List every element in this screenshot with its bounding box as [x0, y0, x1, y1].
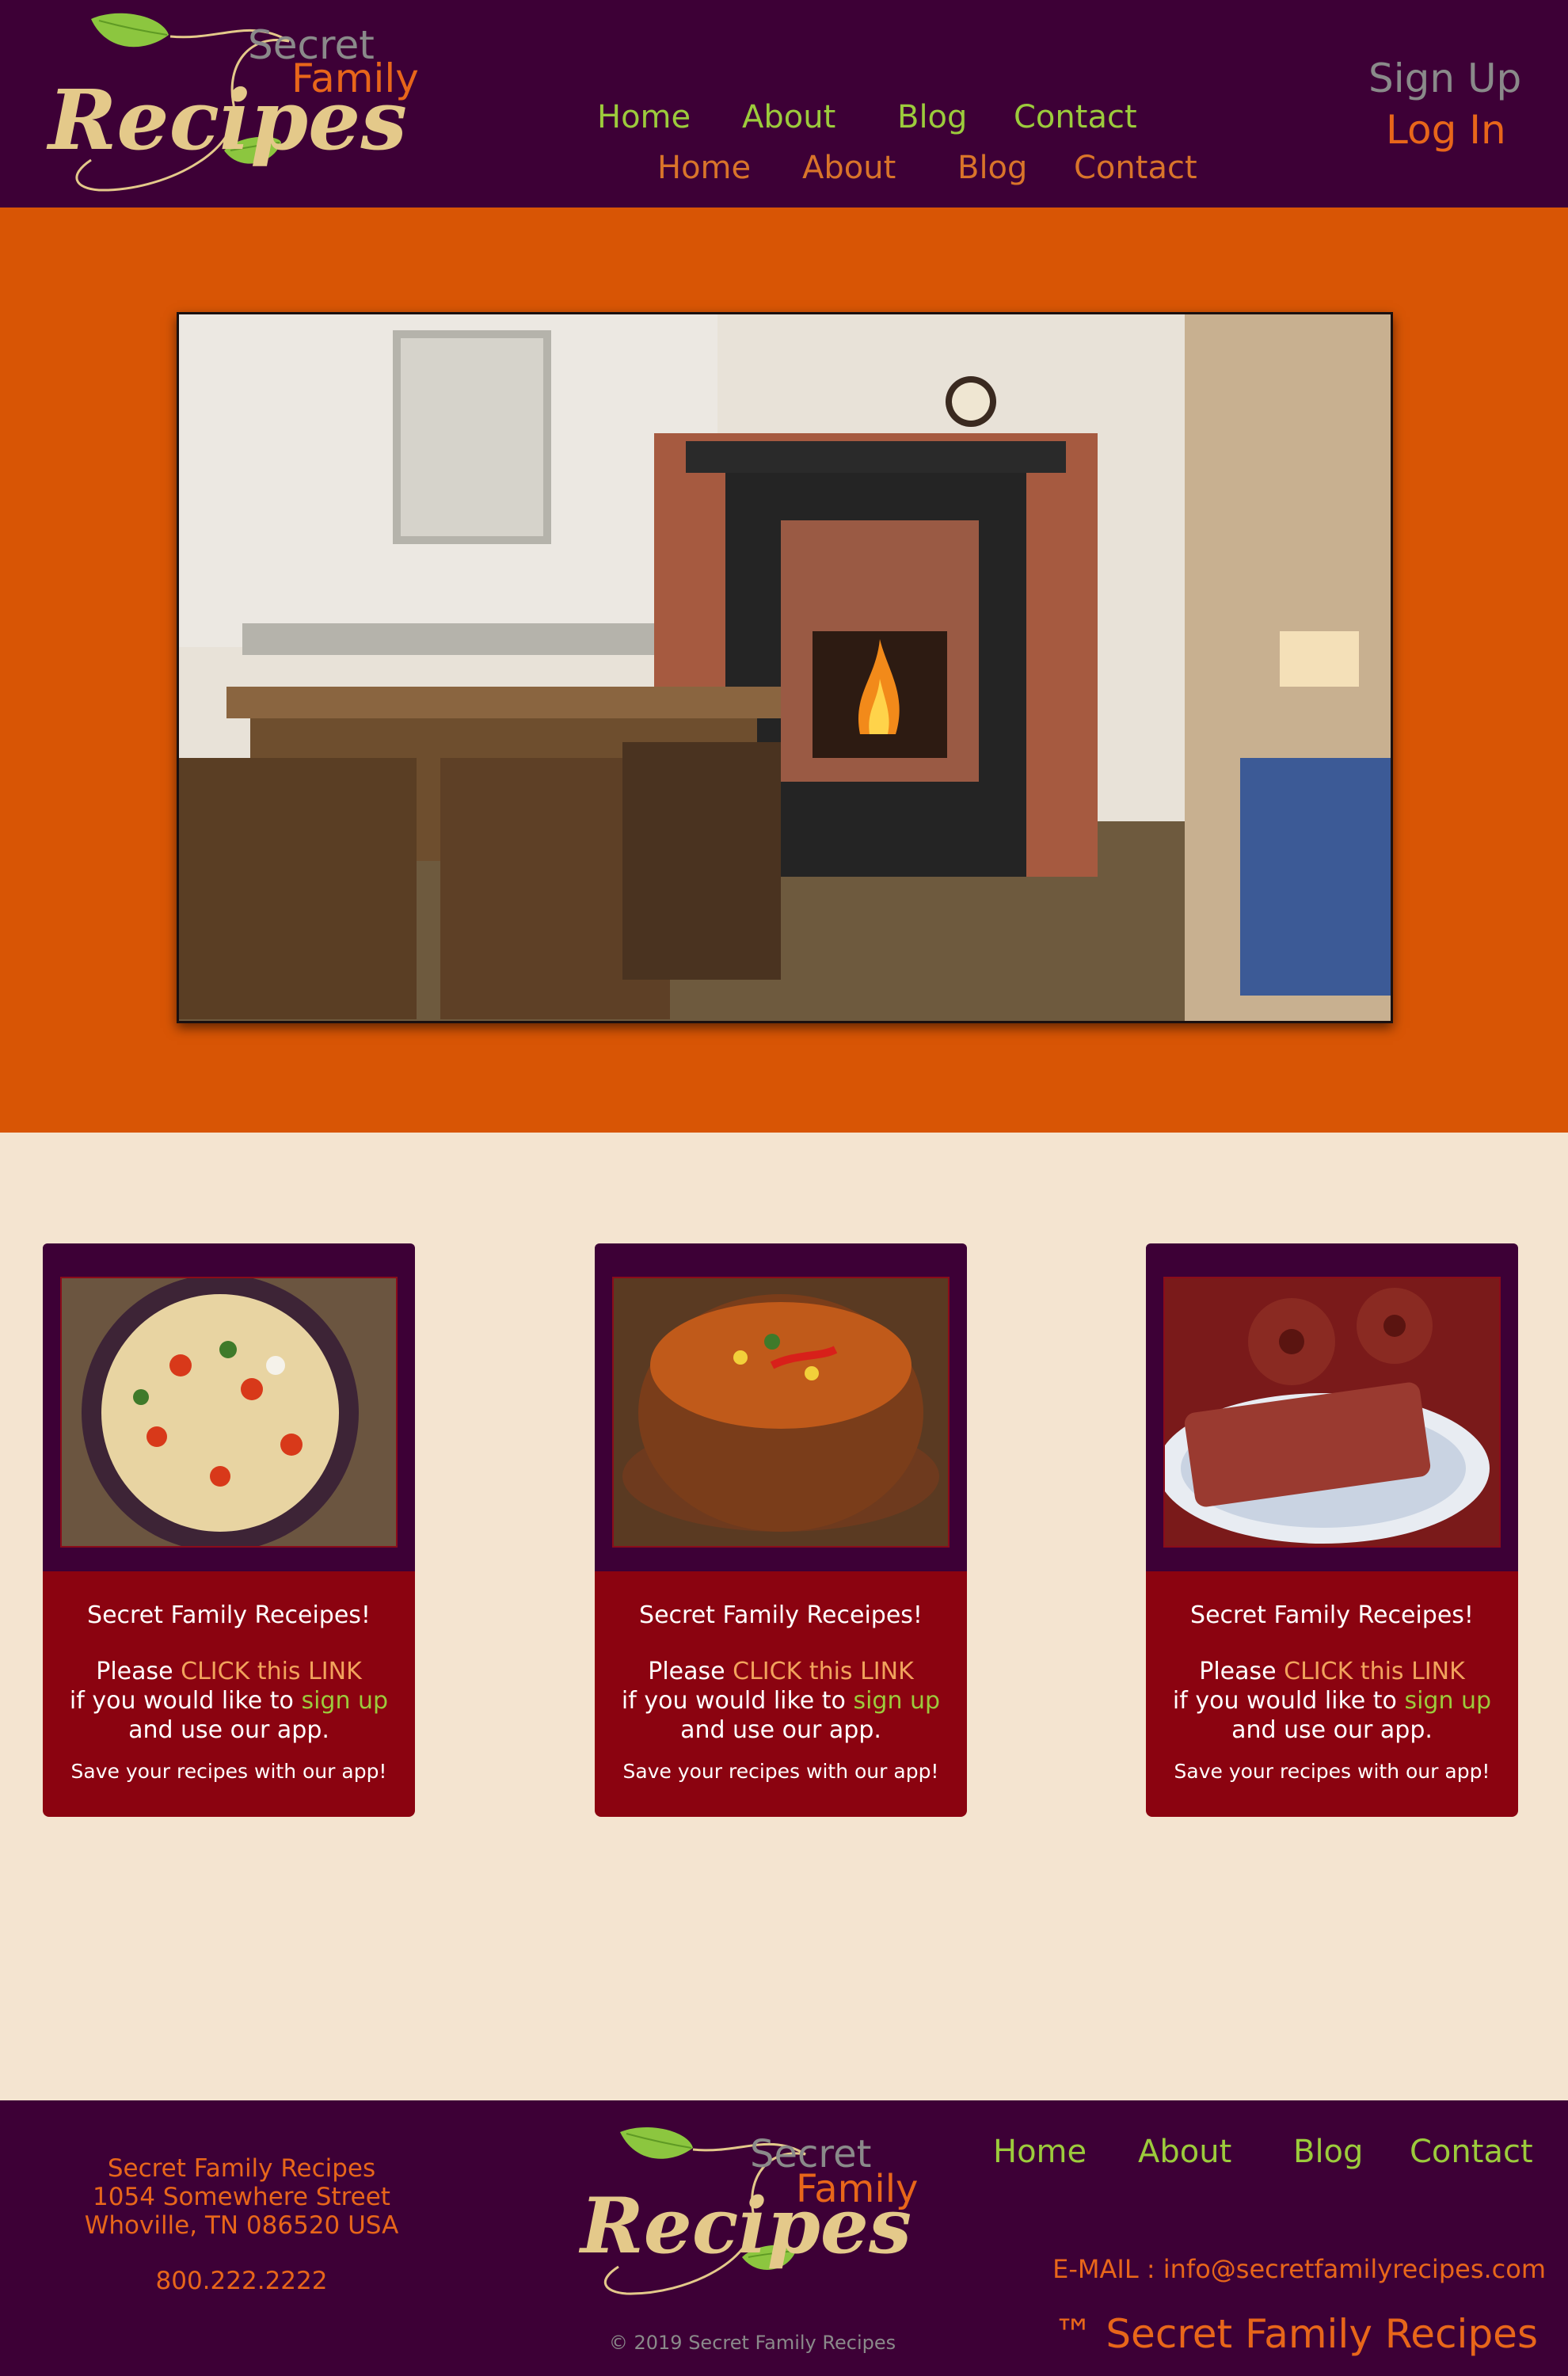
- footer-trademark: ™ Secret Family Recipes: [1053, 2311, 1538, 2357]
- card-message: Please CLICK this LINK if you would like…: [595, 1657, 967, 1745]
- card-please-text: Please: [96, 1658, 173, 1685]
- card-please-text: Please: [648, 1658, 725, 1685]
- card-image-soup: [612, 1277, 950, 1548]
- card-title: Secret Family Receipes!: [87, 1601, 371, 1629]
- site-logo[interactable]: Secret Family Recipes: [44, 10, 432, 200]
- address-line: Whoville, TN 086520 USA: [84, 2211, 399, 2240]
- card-title: Secret Family Receipes!: [1190, 1601, 1474, 1629]
- hero-section: [0, 208, 1568, 1133]
- nav-blog-link[interactable]: Blog: [897, 99, 967, 135]
- footer-phone[interactable]: 800.222.2222: [51, 2267, 432, 2295]
- card-header: [43, 1243, 415, 1592]
- card-sign-up-link[interactable]: sign up: [301, 1687, 388, 1715]
- card-image-waffles: [1163, 1277, 1501, 1548]
- site-header: Secret Family Recipes Home About Blog Co…: [0, 0, 1568, 208]
- card-please-text: Please: [1199, 1658, 1277, 1685]
- footer-logo[interactable]: Secret Family Recipes: [574, 2124, 946, 2314]
- card-line-text: if you would like to: [69, 1687, 294, 1715]
- nav-home-link[interactable]: Home: [597, 99, 691, 135]
- card-message: Please CLICK this LINK if you would like…: [1146, 1657, 1518, 1745]
- nav2-contact-link[interactable]: Contact: [1074, 150, 1197, 186]
- card-line3-text: and use our app.: [128, 1716, 329, 1744]
- page: Secret Family Recipes Home About Blog Co…: [0, 0, 1568, 2376]
- card-save-text: Save your recipes with our app!: [622, 1760, 939, 1783]
- card-sign-up-link[interactable]: sign up: [1404, 1687, 1491, 1715]
- sign-up-link[interactable]: Sign Up: [1368, 55, 1521, 101]
- card-body: Secret Family Receipes! Please CLICK thi…: [595, 1571, 967, 1817]
- card-click-link[interactable]: CLICK this LINK: [1284, 1658, 1465, 1685]
- card-line-text: if you would like to: [1172, 1687, 1397, 1715]
- card-line3-text: and use our app.: [1231, 1716, 1433, 1744]
- nav-about-link[interactable]: About: [742, 99, 835, 135]
- nav2-home-link[interactable]: Home: [657, 150, 751, 186]
- card-click-link[interactable]: CLICK this LINK: [181, 1658, 362, 1685]
- footer-email[interactable]: E-MAIL : info@secretfamilyrecipes.com: [1052, 2254, 1546, 2284]
- card-body: Secret Family Receipes! Please CLICK thi…: [43, 1571, 415, 1817]
- footer-nav-contact-link[interactable]: Contact: [1410, 2134, 1533, 2170]
- card-save-text: Save your recipes with our app!: [1174, 1760, 1490, 1783]
- card-title: Secret Family Receipes!: [639, 1601, 923, 1629]
- card-sign-up-link[interactable]: sign up: [853, 1687, 940, 1715]
- logo-recipes-text: Recipes: [580, 2181, 912, 2271]
- nav-contact-link[interactable]: Contact: [1014, 99, 1137, 135]
- footer-address: Secret Family Recipes 1054 Somewhere Str…: [51, 2154, 432, 2240]
- card-header: [595, 1243, 967, 1592]
- nav2-blog-link[interactable]: Blog: [957, 150, 1027, 186]
- copyright-text: © 2019 Secret Family Recipes: [608, 2332, 896, 2354]
- logo-recipes-text: Recipes: [48, 71, 407, 169]
- hero-kitchen-fireplace-image: [177, 312, 1393, 1023]
- footer-nav-blog-link[interactable]: Blog: [1293, 2134, 1363, 2170]
- footer-nav-home-link[interactable]: Home: [993, 2134, 1087, 2170]
- address-line: 1054 Somewhere Street: [93, 2183, 390, 2211]
- card-body: Secret Family Receipes! Please CLICK thi…: [1146, 1571, 1518, 1817]
- address-line: Secret Family Recipes: [107, 2154, 376, 2183]
- card-message: Please CLICK this LINK if you would like…: [43, 1657, 415, 1745]
- card-save-text: Save your recipes with our app!: [70, 1760, 387, 1783]
- log-in-link[interactable]: Log In: [1386, 107, 1506, 153]
- card-header: [1146, 1243, 1518, 1592]
- footer-nav-about-link[interactable]: About: [1138, 2134, 1231, 2170]
- card-click-link[interactable]: CLICK this LINK: [733, 1658, 914, 1685]
- card-image-pasta: [60, 1277, 398, 1548]
- nav2-about-link[interactable]: About: [802, 150, 896, 186]
- card-line3-text: and use our app.: [680, 1716, 881, 1744]
- card-line-text: if you would like to: [621, 1687, 846, 1715]
